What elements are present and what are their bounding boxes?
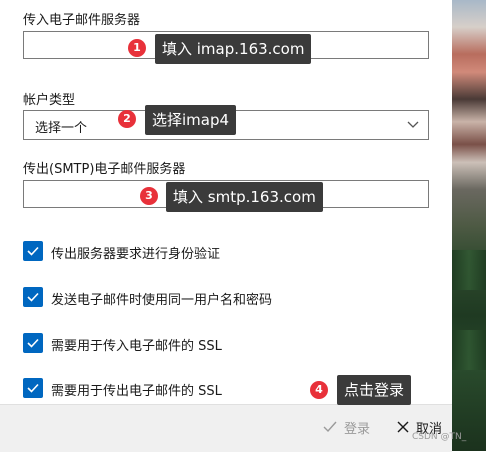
annotation-callout: 填入 imap.163.com	[155, 34, 312, 64]
login-button-label: 登录	[344, 421, 371, 437]
outgoing-server-label: 传出(SMTP)电子邮件服务器	[23, 162, 186, 177]
annotation-callout: 点击登录	[337, 375, 412, 405]
checkbox-checked[interactable]	[23, 333, 43, 353]
incoming-server-label: 传入电子邮件服务器	[23, 13, 141, 28]
annotation-callout: 填入 smtp.163.com	[166, 182, 323, 212]
checkbox-checked[interactable]	[23, 241, 43, 261]
checkmark-icon	[27, 246, 39, 256]
checkmark-icon	[27, 338, 39, 348]
account-type-label: 帐户类型	[23, 93, 76, 108]
login-button[interactable]: 登录	[322, 415, 370, 439]
annotation-badge: 1	[128, 39, 146, 57]
checkbox-label: 需要用于传入电子邮件的 SSL	[51, 339, 222, 354]
checkbox-checked[interactable]	[23, 287, 43, 307]
chevron-down-icon	[406, 116, 420, 130]
close-icon	[397, 421, 409, 433]
checkbox-label: 传出服务器要求进行身份验证	[51, 247, 221, 262]
watermark: CSDN @TN_	[412, 432, 467, 442]
checkmark-icon	[27, 383, 39, 393]
checkbox-label: 发送电子邮件时使用同一用户名和密码	[51, 293, 273, 308]
annotation-callout: 选择imap4	[145, 105, 237, 135]
tree-shape	[452, 250, 486, 290]
tree-shape	[452, 330, 486, 370]
checkbox-checked[interactable]	[23, 378, 43, 398]
dialog-footer: 登录 取消	[0, 404, 452, 452]
check-icon	[323, 421, 337, 433]
checkbox-label: 需要用于传出电子邮件的 SSL	[51, 384, 222, 399]
background-landscape-image	[452, 0, 486, 451]
annotation-badge: 3	[140, 187, 158, 205]
annotation-badge: 4	[310, 381, 328, 399]
annotation-badge: 2	[118, 110, 136, 128]
checkmark-icon	[27, 292, 39, 302]
account-type-selected: 选择一个	[35, 121, 88, 136]
